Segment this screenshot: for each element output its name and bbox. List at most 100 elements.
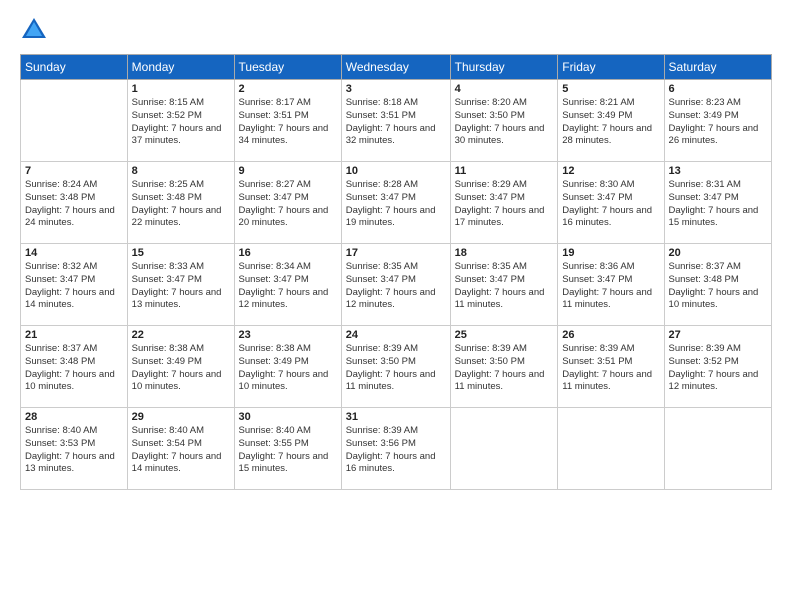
day-info: Sunrise: 8:39 AMSunset: 3:51 PMDaylight:… <box>562 343 659 394</box>
day-number: 13 <box>669 165 767 177</box>
day-info: Sunrise: 8:28 AMSunset: 3:47 PMDaylight:… <box>346 179 446 230</box>
day-info: Sunrise: 8:15 AMSunset: 3:52 PMDaylight:… <box>132 97 230 148</box>
calendar-cell: 4Sunrise: 8:20 AMSunset: 3:50 PMDaylight… <box>450 80 558 162</box>
day-info: Sunrise: 8:35 AMSunset: 3:47 PMDaylight:… <box>346 261 446 312</box>
day-info: Sunrise: 8:32 AMSunset: 3:47 PMDaylight:… <box>25 261 123 312</box>
day-info: Sunrise: 8:37 AMSunset: 3:48 PMDaylight:… <box>669 261 767 312</box>
logo-icon <box>20 16 48 44</box>
calendar-cell: 27 Sunrise: 8:39 AMSunset: 3:52 PMDayligh… <box>664 326 771 408</box>
day-number: 29 <box>132 411 230 423</box>
day-number: 22 <box>132 329 230 341</box>
day-number: 5 <box>562 83 659 95</box>
calendar-table: SundayMondayTuesdayWednesdayThursdayFrid… <box>20 54 772 490</box>
day-info: Sunrise: 8:24 AMSunset: 3:48 PMDaylight:… <box>25 179 123 230</box>
calendar-header-row: SundayMondayTuesdayWednesdayThursdayFrid… <box>21 55 772 80</box>
calendar-cell: 10Sunrise: 8:28 AMSunset: 3:47 PMDayligh… <box>341 162 450 244</box>
day-info: Sunrise: 8:23 AMSunset: 3:49 PMDaylight:… <box>669 97 767 148</box>
calendar-cell: 28Sunrise: 8:40 AMSunset: 3:53 PMDayligh… <box>21 408 128 490</box>
calendar-cell: 11 Sunrise: 8:29 AMSunset: 3:47 PMDayligh… <box>450 162 558 244</box>
day-info: Sunrise: 8:35 AMSunset: 3:47 PMDaylight:… <box>455 261 554 312</box>
calendar-cell: 14 Sunrise: 8:32 AMSunset: 3:47 PMDayligh… <box>21 244 128 326</box>
day-number: 27 <box>669 329 767 341</box>
calendar-cell: 20 Sunrise: 8:37 AMSunset: 3:48 PMDayligh… <box>664 244 771 326</box>
calendar-week-row: 28Sunrise: 8:40 AMSunset: 3:53 PMDayligh… <box>21 408 772 490</box>
calendar-cell: 26Sunrise: 8:39 AMSunset: 3:51 PMDayligh… <box>558 326 664 408</box>
calendar-cell: 12 Sunrise: 8:30 AMSunset: 3:47 PMDayligh… <box>558 162 664 244</box>
day-info: Sunrise: 8:38 AMSunset: 3:49 PMDaylight:… <box>132 343 230 394</box>
day-info: Sunrise: 8:25 AMSunset: 3:48 PMDaylight:… <box>132 179 230 230</box>
calendar-cell: 19Sunrise: 8:36 AMSunset: 3:47 PMDayligh… <box>558 244 664 326</box>
calendar-cell: 8 Sunrise: 8:25 AMSunset: 3:48 PMDaylight… <box>127 162 234 244</box>
day-info: Sunrise: 8:21 AMSunset: 3:49 PMDaylight:… <box>562 97 659 148</box>
calendar-cell: 17 Sunrise: 8:35 AMSunset: 3:47 PMDayligh… <box>341 244 450 326</box>
day-number: 20 <box>669 247 767 259</box>
day-number: 14 <box>25 247 123 259</box>
day-info: Sunrise: 8:40 AMSunset: 3:55 PMDaylight:… <box>239 425 337 476</box>
col-header-sunday: Sunday <box>21 55 128 80</box>
day-number: 15 <box>132 247 230 259</box>
day-info: Sunrise: 8:31 AMSunset: 3:47 PMDaylight:… <box>669 179 767 230</box>
day-number: 3 <box>346 83 446 95</box>
calendar-cell: 15 Sunrise: 8:33 AMSunset: 3:47 PMDayligh… <box>127 244 234 326</box>
day-info: Sunrise: 8:29 AMSunset: 3:47 PMDaylight:… <box>455 179 554 230</box>
day-number: 4 <box>455 83 554 95</box>
day-number: 12 <box>562 165 659 177</box>
calendar-cell <box>21 80 128 162</box>
calendar-week-row: 21 Sunrise: 8:37 AMSunset: 3:48 PMDayligh… <box>21 326 772 408</box>
calendar-week-row: 14 Sunrise: 8:32 AMSunset: 3:47 PMDayligh… <box>21 244 772 326</box>
day-info: Sunrise: 8:38 AMSunset: 3:49 PMDaylight:… <box>239 343 337 394</box>
day-info: Sunrise: 8:17 AMSunset: 3:51 PMDaylight:… <box>239 97 337 148</box>
logo <box>20 16 52 44</box>
col-header-saturday: Saturday <box>664 55 771 80</box>
header <box>20 16 772 44</box>
calendar-cell: 25 Sunrise: 8:39 AMSunset: 3:50 PMDayligh… <box>450 326 558 408</box>
calendar-cell: 30 Sunrise: 8:40 AMSunset: 3:55 PMDayligh… <box>234 408 341 490</box>
day-number: 16 <box>239 247 337 259</box>
calendar-cell: 24Sunrise: 8:39 AMSunset: 3:50 PMDayligh… <box>341 326 450 408</box>
day-number: 24 <box>346 329 446 341</box>
day-number: 1 <box>132 83 230 95</box>
calendar-cell: 3 Sunrise: 8:18 AMSunset: 3:51 PMDaylight… <box>341 80 450 162</box>
day-number: 18 <box>455 247 554 259</box>
day-number: 8 <box>132 165 230 177</box>
day-number: 31 <box>346 411 446 423</box>
day-info: Sunrise: 8:27 AMSunset: 3:47 PMDaylight:… <box>239 179 337 230</box>
calendar-cell: 16 Sunrise: 8:34 AMSunset: 3:47 PMDayligh… <box>234 244 341 326</box>
calendar-cell <box>450 408 558 490</box>
day-number: 11 <box>455 165 554 177</box>
day-info: Sunrise: 8:18 AMSunset: 3:51 PMDaylight:… <box>346 97 446 148</box>
day-number: 17 <box>346 247 446 259</box>
day-info: Sunrise: 8:34 AMSunset: 3:47 PMDaylight:… <box>239 261 337 312</box>
calendar-cell: 1 Sunrise: 8:15 AMSunset: 3:52 PMDaylight… <box>127 80 234 162</box>
col-header-wednesday: Wednesday <box>341 55 450 80</box>
calendar-cell: 22 Sunrise: 8:38 AMSunset: 3:49 PMDayligh… <box>127 326 234 408</box>
calendar-cell: 21 Sunrise: 8:37 AMSunset: 3:48 PMDayligh… <box>21 326 128 408</box>
calendar-week-row: 1 Sunrise: 8:15 AMSunset: 3:52 PMDaylight… <box>21 80 772 162</box>
day-info: Sunrise: 8:39 AMSunset: 3:52 PMDaylight:… <box>669 343 767 394</box>
col-header-thursday: Thursday <box>450 55 558 80</box>
calendar-cell: 13 Sunrise: 8:31 AMSunset: 3:47 PMDayligh… <box>664 162 771 244</box>
day-info: Sunrise: 8:39 AMSunset: 3:50 PMDaylight:… <box>455 343 554 394</box>
day-info: Sunrise: 8:37 AMSunset: 3:48 PMDaylight:… <box>25 343 123 394</box>
day-number: 23 <box>239 329 337 341</box>
calendar-cell: 29Sunrise: 8:40 AMSunset: 3:54 PMDayligh… <box>127 408 234 490</box>
col-header-monday: Monday <box>127 55 234 80</box>
day-info: Sunrise: 8:39 AMSunset: 3:56 PMDaylight:… <box>346 425 446 476</box>
calendar-cell: 2 Sunrise: 8:17 AMSunset: 3:51 PMDaylight… <box>234 80 341 162</box>
calendar-cell: 9 Sunrise: 8:27 AMSunset: 3:47 PMDaylight… <box>234 162 341 244</box>
day-number: 6 <box>669 83 767 95</box>
col-header-tuesday: Tuesday <box>234 55 341 80</box>
day-number: 9 <box>239 165 337 177</box>
day-number: 30 <box>239 411 337 423</box>
calendar-cell: 7Sunrise: 8:24 AMSunset: 3:48 PMDaylight… <box>21 162 128 244</box>
calendar-cell: 5 Sunrise: 8:21 AMSunset: 3:49 PMDaylight… <box>558 80 664 162</box>
day-info: Sunrise: 8:36 AMSunset: 3:47 PMDaylight:… <box>562 261 659 312</box>
day-number: 21 <box>25 329 123 341</box>
day-info: Sunrise: 8:30 AMSunset: 3:47 PMDaylight:… <box>562 179 659 230</box>
day-info: Sunrise: 8:33 AMSunset: 3:47 PMDaylight:… <box>132 261 230 312</box>
day-number: 2 <box>239 83 337 95</box>
day-number: 25 <box>455 329 554 341</box>
calendar-week-row: 7Sunrise: 8:24 AMSunset: 3:48 PMDaylight… <box>21 162 772 244</box>
col-header-friday: Friday <box>558 55 664 80</box>
day-info: Sunrise: 8:40 AMSunset: 3:53 PMDaylight:… <box>25 425 123 476</box>
